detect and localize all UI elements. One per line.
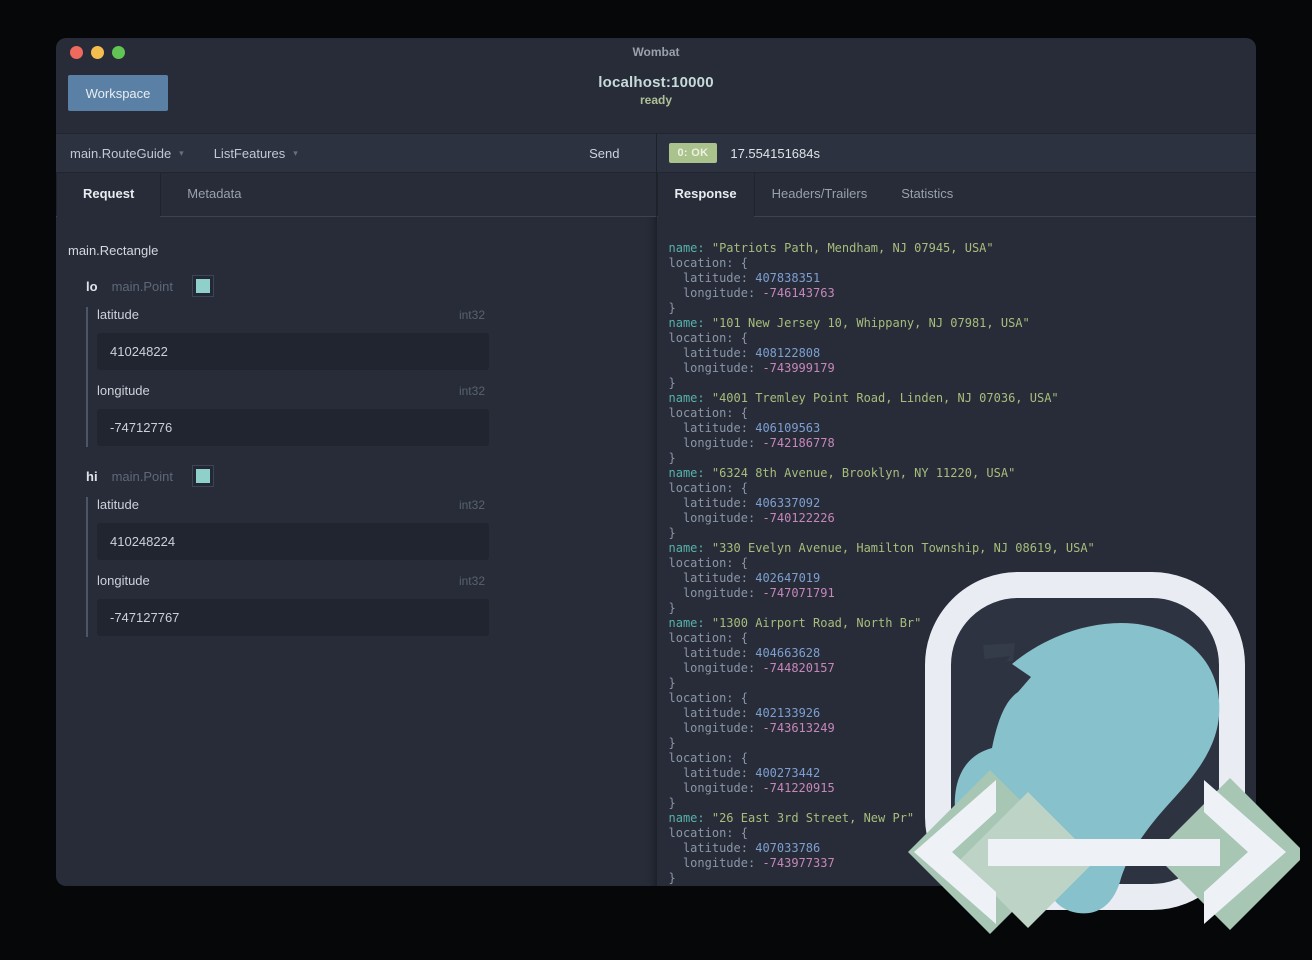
field-group-hi: hi main.Point latitude int32 410248224 l… [86, 465, 644, 637]
tab-statistics[interactable]: Statistics [884, 173, 970, 216]
field-primitive-type: int32 [458, 384, 485, 398]
response-tabbar: Response Headers/Trailers Statistics [656, 173, 1256, 217]
tab-response[interactable]: Response [656, 173, 755, 217]
field-primitive-type: int32 [458, 498, 485, 512]
connection-header: Workspace localhost:10000 ready [56, 66, 1256, 133]
request-panel: main.RouteGuide ▾ ListFeatures ▾ Send Re… [56, 133, 656, 886]
hi-longitude-input[interactable] [97, 599, 489, 636]
request-form: main.Rectangle lo main.Point latitude in… [56, 217, 656, 886]
field-type: main.Point [111, 468, 173, 484]
hi-latitude-input[interactable] [97, 523, 489, 560]
field-label: latitude [97, 497, 139, 512]
request-tabbar: Request Metadata [56, 173, 656, 217]
chevron-down-icon: ▾ [293, 147, 298, 158]
app-title: Wombat [632, 45, 680, 59]
response-statusbar: 0: OK 17.554151684s [656, 133, 1256, 173]
lo-latitude-input[interactable] [97, 333, 489, 370]
chevron-down-icon: ▾ [179, 147, 184, 158]
tab-metadata[interactable]: Metadata [161, 173, 267, 216]
app-window: Wombat Workspace localhost:10000 ready m… [56, 38, 1256, 886]
titlebar: Wombat [56, 38, 1256, 66]
service-select[interactable]: main.RouteGuide [70, 146, 171, 161]
method-select[interactable]: ListFeatures [214, 146, 286, 161]
field-name: hi [86, 468, 98, 484]
field-label: longitude [97, 573, 150, 588]
field-primitive-type: int32 [458, 574, 485, 588]
lo-longitude-input[interactable] [97, 409, 489, 446]
field-label: longitude [97, 383, 150, 398]
response-panel: 0: OK 17.554151684s Response Headers/Tra… [655, 133, 1257, 886]
field-name: lo [86, 278, 98, 294]
connection-host: localhost:10000 [598, 74, 714, 91]
tab-headers-trailers[interactable]: Headers/Trailers [755, 173, 885, 216]
request-toolbar: main.RouteGuide ▾ ListFeatures ▾ Send [56, 133, 656, 173]
send-button[interactable]: Send [589, 146, 619, 161]
field-type: main.Point [111, 278, 173, 294]
message-type-label: main.Rectangle [68, 243, 159, 258]
response-body[interactable]: name: "Patriots Path, Mendham, NJ 07945,… [657, 217, 1257, 886]
field-enabled-checkbox[interactable] [192, 466, 213, 486]
status-badge: 0: OK [668, 143, 718, 163]
field-primitive-type: int32 [458, 308, 485, 322]
field-group-lo: lo main.Point latitude int32 41024822 lo… [86, 275, 644, 447]
field-enabled-checkbox[interactable] [192, 276, 213, 296]
elapsed-time: 17.554151684s [730, 145, 820, 161]
tab-request[interactable]: Request [56, 173, 162, 217]
connection-status: ready [639, 93, 673, 107]
field-label: latitude [97, 307, 139, 322]
